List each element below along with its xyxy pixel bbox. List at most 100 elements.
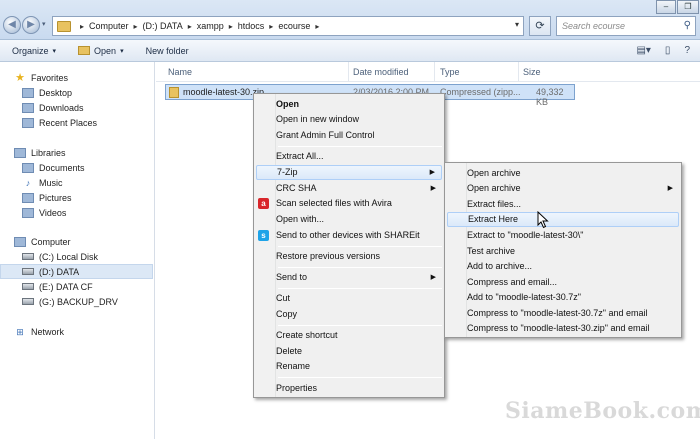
nav-label: Libraries	[31, 147, 66, 158]
chevron-right-icon[interactable]: ▸	[269, 22, 273, 31]
submenu-compress-7z-email[interactable]: Compress to "moodle-latest-30.7z" and em…	[447, 306, 679, 321]
menu-open-with[interactable]: Open with...	[256, 212, 442, 227]
preview-pane-icon[interactable]: ▯	[665, 45, 671, 56]
nav-data-drive[interactable]: (D:) DATA	[0, 264, 153, 279]
column-divider[interactable]	[518, 62, 519, 82]
column-divider[interactable]	[434, 62, 435, 82]
chevron-right-icon: ▶	[667, 185, 673, 192]
refresh-button[interactable]: ⟳	[529, 16, 551, 36]
nav-network[interactable]: ⊞ Network	[14, 324, 167, 339]
breadcrumb-xampp[interactable]: xampp	[197, 21, 224, 31]
nav-videos[interactable]: Videos	[22, 205, 175, 220]
column-size[interactable]: Size	[523, 67, 541, 77]
menu-open-new-window[interactable]: Open in new window	[256, 112, 442, 127]
nav-label: (E:) DATA CF	[39, 281, 93, 292]
menu-scan-avira[interactable]: a Scan selected files with Avira	[256, 196, 442, 211]
nav-label: (G:) BACKUP_DRV	[39, 296, 118, 307]
desktop-icon	[22, 87, 34, 98]
nav-desktop[interactable]: Desktop	[22, 85, 175, 100]
submenu-compress-email[interactable]: Compress and email...	[447, 275, 679, 290]
chevron-right-icon[interactable]: ▸	[80, 22, 84, 31]
submenu-extract-here[interactable]: Extract Here	[447, 212, 679, 227]
menu-properties[interactable]: Properties	[256, 381, 442, 396]
submenu-open-archive-label: Open archive	[467, 183, 521, 193]
address-dropdown-icon[interactable]: ▾	[515, 20, 519, 29]
organize-button[interactable]: Organize ▾	[12, 46, 56, 56]
drive-icon	[22, 298, 34, 305]
menu-send-to[interactable]: Send to ▶	[256, 270, 442, 285]
nav-pictures[interactable]: Pictures	[22, 190, 175, 205]
breadcrumb-computer[interactable]: Computer	[89, 21, 129, 31]
nav-music[interactable]: ♪ Music	[22, 175, 175, 190]
nav-data-cf[interactable]: (E:) DATA CF	[22, 279, 175, 294]
nav-documents[interactable]: Documents	[22, 160, 175, 175]
address-bar[interactable]: ▸ Computer ▸ (D:) DATA ▸ xampp ▸ htdocs …	[52, 16, 524, 36]
menu-copy[interactable]: Copy	[256, 307, 442, 322]
menu-separator	[278, 246, 442, 247]
nav-recent-places[interactable]: Recent Places	[22, 115, 175, 130]
submenu-extract-files[interactable]: Extract files...	[447, 197, 679, 212]
mouse-cursor-icon	[537, 211, 549, 229]
nav-label: Videos	[39, 207, 67, 218]
maximize-button[interactable]: ❐	[677, 0, 699, 14]
menu-open[interactable]: Open	[256, 97, 442, 112]
nav-label: Music	[39, 177, 63, 188]
minimize-button[interactable]: –	[656, 0, 676, 14]
nav-backup-drv[interactable]: (G:) BACKUP_DRV	[22, 294, 175, 309]
menu-restore-versions[interactable]: Restore previous versions	[256, 249, 442, 264]
chevron-right-icon[interactable]: ▸	[188, 22, 192, 31]
submenu-open-archive[interactable]: Open archive	[447, 166, 679, 181]
nav-label: Recent Places	[39, 117, 98, 128]
column-date-modified[interactable]: Date modified	[353, 67, 409, 77]
menu-cut[interactable]: Cut	[256, 291, 442, 306]
submenu-add-to-archive[interactable]: Add to archive...	[447, 259, 679, 274]
recent-pages-dropdown-icon[interactable]: ▾	[42, 20, 50, 30]
nav-label: Pictures	[39, 192, 72, 203]
menu-delete[interactable]: Delete	[256, 344, 442, 359]
submenu-test-archive[interactable]: Test archive	[447, 244, 679, 259]
view-options-icon[interactable]: ▤▾	[636, 45, 650, 56]
menu-rename[interactable]: Rename	[256, 359, 442, 374]
breadcrumb-data[interactable]: (D:) DATA	[143, 21, 183, 31]
menu-avira-label: Scan selected files with Avira	[276, 198, 392, 208]
nav-downloads[interactable]: Downloads	[22, 100, 175, 115]
nav-computer[interactable]: Computer	[14, 234, 167, 249]
new-folder-button[interactable]: New folder	[146, 46, 189, 56]
menu-send-to-label: Send to	[276, 272, 308, 282]
nav-libraries[interactable]: Libraries	[14, 145, 167, 160]
submenu-compress-zip-email[interactable]: Compress to "moodle-latest-30.zip" and e…	[447, 321, 679, 336]
search-input[interactable]: Search ecourse ⚲	[556, 16, 696, 36]
help-icon[interactable]: ?	[684, 45, 690, 56]
menu-extract-all[interactable]: Extract All...	[256, 149, 442, 164]
chevron-right-icon[interactable]: ▸	[315, 22, 319, 31]
file-type: Compressed (zipp...	[440, 87, 521, 97]
column-divider[interactable]	[348, 62, 349, 82]
nav-favorites[interactable]: ★ Favorites	[14, 70, 167, 85]
breadcrumb-ecourse[interactable]: ecourse	[278, 21, 310, 31]
chevron-right-icon: ▶	[430, 185, 436, 192]
open-button[interactable]: Open ▾	[78, 46, 124, 56]
submenu-add-7z[interactable]: Add to "moodle-latest-30.7z"	[447, 290, 679, 305]
menu-crc-sha[interactable]: CRC SHA ▶	[256, 181, 442, 196]
drive-icon	[22, 268, 34, 275]
chevron-right-icon[interactable]: ▸	[134, 22, 138, 31]
chevron-right-icon[interactable]: ▸	[229, 22, 233, 31]
submenu-extract-to[interactable]: Extract to "moodle-latest-30\"	[447, 228, 679, 243]
view-controls: ▤▾ ▯ ?	[636, 45, 690, 56]
menu-shareit-label: Send to other devices with SHAREit	[276, 230, 420, 240]
music-icon: ♪	[25, 177, 31, 188]
column-name[interactable]: Name	[168, 67, 192, 77]
back-button[interactable]: ◀	[3, 16, 21, 34]
menu-separator	[278, 146, 442, 147]
chevron-down-icon: ▾	[120, 47, 124, 55]
downloads-icon	[22, 102, 34, 113]
menu-7zip[interactable]: 7-Zip ▶	[256, 165, 442, 180]
menu-grant-admin[interactable]: Grant Admin Full Control	[256, 128, 442, 143]
column-type[interactable]: Type	[440, 67, 460, 77]
forward-button[interactable]: ▶	[22, 16, 40, 34]
menu-shareit[interactable]: s Send to other devices with SHAREit	[256, 228, 442, 243]
submenu-open-archive-more[interactable]: Open archive ▶	[447, 181, 679, 196]
nav-local-disk[interactable]: (C:) Local Disk	[22, 249, 175, 264]
breadcrumb-htdocs[interactable]: htdocs	[238, 21, 265, 31]
menu-create-shortcut[interactable]: Create shortcut	[256, 328, 442, 343]
